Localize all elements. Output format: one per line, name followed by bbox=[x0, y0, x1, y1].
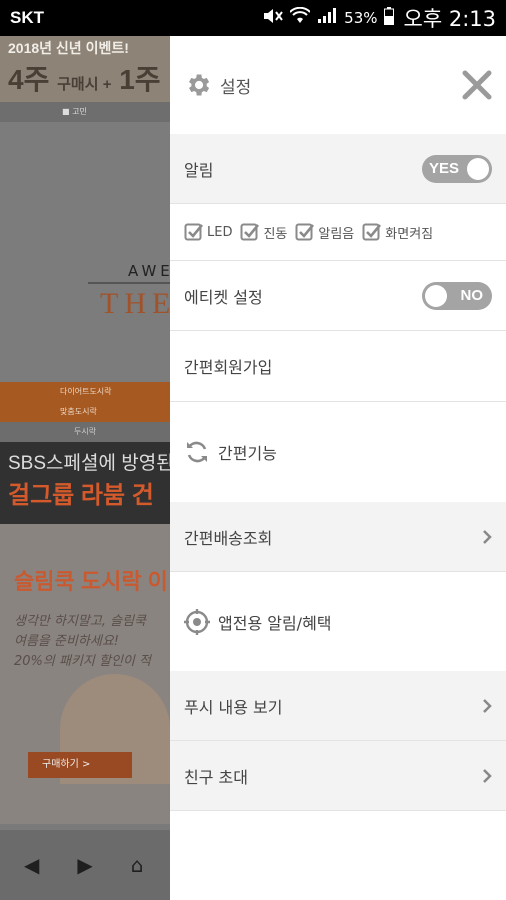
battery-percent: 53% bbox=[344, 9, 378, 27]
background-page: 2018년 신년 이벤트! 4주 구매시 + 1주 ■ 고민 AWE THE 다… bbox=[0, 36, 170, 900]
target-icon bbox=[184, 608, 210, 635]
etiquette-toggle-label: NO bbox=[460, 286, 484, 304]
carrier-label: SKT bbox=[10, 8, 44, 27]
etiquette-label: 에티켓 설정 bbox=[184, 287, 263, 307]
brand-rule bbox=[88, 282, 170, 284]
refresh-icon bbox=[187, 441, 207, 463]
checkbox-led[interactable]: LED bbox=[184, 222, 232, 242]
signal-icon bbox=[316, 7, 338, 30]
home-icon[interactable]: ⌂ bbox=[131, 853, 144, 877]
sbs-line: SBS스페셜에 방영된 그 bbox=[8, 453, 170, 474]
tab-label: ■ 고민 bbox=[62, 107, 87, 116]
alarm-row: 알림 YES bbox=[170, 134, 506, 204]
checkbox-checked-icon bbox=[240, 223, 260, 241]
clock: 오후 2:13 bbox=[403, 7, 496, 31]
invite-row[interactable]: 친구 초대 bbox=[170, 741, 506, 811]
background-menu-item[interactable]: 두시락 bbox=[0, 422, 170, 442]
chevron-right-icon bbox=[483, 529, 492, 544]
checkbox-checked-icon bbox=[295, 223, 315, 241]
drawer-title: 설정 bbox=[220, 77, 252, 98]
alarm-label: 알림 bbox=[184, 160, 214, 180]
brand-main: THE bbox=[100, 287, 170, 320]
background-menu-item[interactable]: 다이어트도시락 bbox=[0, 382, 170, 402]
signup-label: 간편회원가입 bbox=[184, 358, 273, 377]
wifi-icon bbox=[289, 6, 311, 30]
back-arrow-icon[interactable]: ◀ bbox=[24, 853, 39, 877]
etiquette-row: 에티켓 설정 NO bbox=[170, 261, 506, 331]
app-section-header: 앱전용 알림/혜택 bbox=[170, 572, 506, 671]
promo-banner[interactable]: 2018년 신년 이벤트! 4주 구매시 + 1주 bbox=[0, 36, 170, 102]
alarm-options: LED 진동 알림음 화면켜짐 bbox=[184, 222, 433, 242]
quick-section-label: 간편기능 bbox=[218, 444, 277, 463]
quick-section-header: 간편기능 bbox=[170, 402, 506, 502]
promo-line-1: 2018년 신년 이벤트! bbox=[8, 40, 129, 56]
gear-icon bbox=[189, 74, 210, 96]
background-tabs: ■ 고민 bbox=[0, 102, 170, 122]
chevron-right-icon bbox=[483, 698, 492, 713]
battery-icon bbox=[383, 6, 394, 30]
checkbox-screen-on[interactable]: 화면켜짐 bbox=[362, 222, 433, 242]
lunch-title: 슬림쿡 도시락 이 bbox=[14, 569, 168, 594]
alarm-toggle[interactable]: YES bbox=[422, 154, 492, 183]
checkbox-checked-icon bbox=[184, 223, 204, 241]
status-bar: SKT 53% 오후 2:13 bbox=[0, 0, 506, 36]
alarm-toggle-label: YES bbox=[429, 159, 460, 177]
settings-drawer: 설정 알림 YES LED 진동 알림음 화면켜짐 에티켓 설정 NO 간편회원… bbox=[170, 36, 506, 900]
alarm-options-row: LED 진동 알림음 화면켜짐 bbox=[170, 204, 506, 261]
push-view-label: 푸시 내용 보기 bbox=[184, 697, 283, 717]
lunch-banner[interactable]: 슬림쿡 도시락 이 생각만 하지말고, 슬림쿡 여름을 준비하세요! 20%의 … bbox=[0, 524, 170, 824]
delivery-label: 간편배송조회 bbox=[184, 528, 273, 548]
toggle-knob bbox=[467, 157, 489, 180]
push-view-row[interactable]: 푸시 내용 보기 bbox=[170, 671, 506, 741]
sbs-banner[interactable]: SBS스페셜에 방영된 그 걸그룹 라붐 건 bbox=[0, 442, 170, 524]
drawer-header: 설정 bbox=[170, 36, 506, 134]
promo-line-2: 4주 구매시 + 1주 bbox=[8, 64, 161, 95]
buy-button[interactable]: 구매하기 > bbox=[28, 752, 132, 778]
lunch-subtitle: 생각만 하지말고, 슬림쿡 여름을 준비하세요! 20%의 패키지 할인이 적 bbox=[14, 614, 151, 669]
background-menu-item[interactable]: 맞춤도시락 bbox=[0, 402, 170, 422]
delivery-row[interactable]: 간편배송조회 bbox=[170, 502, 506, 572]
checkbox-vibrate[interactable]: 진동 bbox=[240, 222, 287, 242]
app-section-label: 앱전용 알림/혜택 bbox=[218, 613, 332, 633]
status-icons: 53% 오후 2:13 bbox=[262, 3, 496, 33]
invite-label: 친구 초대 bbox=[184, 767, 248, 787]
brand-top: AWE bbox=[128, 262, 170, 280]
group-line: 걸그룹 라붐 건 bbox=[8, 482, 154, 509]
close-icon[interactable] bbox=[460, 68, 494, 102]
checkbox-checked-icon bbox=[362, 223, 382, 241]
browser-nav: ◀ ▶ ⌂ bbox=[0, 830, 170, 900]
chevron-right-icon bbox=[483, 768, 492, 783]
etiquette-toggle[interactable]: NO bbox=[422, 281, 492, 310]
mute-icon bbox=[262, 7, 284, 30]
toggle-knob bbox=[425, 284, 447, 307]
brand-area: AWE THE bbox=[0, 122, 170, 382]
forward-arrow-icon[interactable]: ▶ bbox=[77, 853, 92, 877]
signup-row[interactable]: 간편회원가입 bbox=[170, 331, 506, 402]
checkbox-sound[interactable]: 알림음 bbox=[295, 222, 354, 242]
background-menu: 다이어트도시락 맞춤도시락 두시락 bbox=[0, 382, 170, 442]
